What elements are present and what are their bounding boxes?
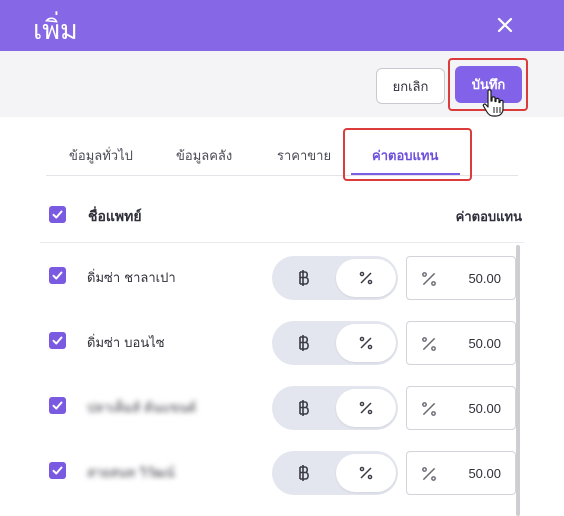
select-all-checkbox[interactable] bbox=[49, 206, 66, 223]
baht-option[interactable] bbox=[290, 462, 318, 484]
tab-commission-highlight bbox=[343, 128, 472, 181]
table-row: ปลาเค็มส์ ต้นแขนต์ 50.00 bbox=[40, 373, 520, 437]
baht-option[interactable] bbox=[290, 332, 318, 354]
doctor-name: ดิ่มซ่า ชาลาเปา bbox=[87, 271, 176, 286]
dialog-header: เพิ่ม bbox=[0, 0, 564, 51]
fee-value: 50.00 bbox=[468, 466, 501, 481]
fee-input[interactable]: 50.00 bbox=[406, 386, 516, 430]
fee-type-toggle[interactable] bbox=[272, 321, 398, 365]
column-header-fee: ค่าตอบแทน bbox=[455, 210, 522, 225]
percent-icon bbox=[422, 467, 436, 481]
check-icon bbox=[52, 210, 63, 219]
fee-input[interactable]: 50.00 bbox=[406, 451, 516, 495]
fee-input[interactable]: 50.00 bbox=[406, 256, 516, 300]
cancel-button[interactable]: ยกเลิก bbox=[376, 68, 445, 104]
hand-cursor-icon bbox=[482, 89, 504, 117]
fee-value: 50.00 bbox=[468, 336, 501, 351]
row-checkbox[interactable] bbox=[49, 462, 66, 479]
scrollbar[interactable] bbox=[516, 245, 520, 516]
percent-icon bbox=[359, 336, 373, 350]
table-header: ชื่อแพทย์ ค่าตอบแทน bbox=[40, 191, 524, 243]
tab-price[interactable]: ราคาขาย bbox=[277, 145, 331, 166]
percent-option[interactable] bbox=[336, 324, 396, 362]
doctor-name: ดิ่มซ่า บอนไซ bbox=[87, 336, 165, 351]
fee-value: 50.00 bbox=[468, 401, 501, 416]
table-row: ดิ่มซ่า ชาลาเปา 50.00 bbox=[40, 243, 520, 307]
check-icon bbox=[52, 336, 63, 345]
percent-icon bbox=[359, 466, 373, 480]
percent-icon bbox=[422, 402, 436, 416]
row-checkbox[interactable] bbox=[49, 267, 66, 284]
check-icon bbox=[52, 271, 63, 280]
fee-value: 50.00 bbox=[468, 271, 501, 286]
baht-option[interactable] bbox=[290, 397, 318, 419]
action-bar: ยกเลิก บันทึก bbox=[0, 51, 564, 117]
baht-icon bbox=[299, 270, 309, 286]
fee-type-toggle[interactable] bbox=[272, 451, 398, 495]
baht-icon bbox=[299, 465, 309, 481]
percent-icon bbox=[422, 272, 436, 286]
percent-icon bbox=[422, 337, 436, 351]
dialog-title: เพิ่ม bbox=[33, 15, 78, 46]
percent-option[interactable] bbox=[336, 389, 396, 427]
fee-type-toggle[interactable] bbox=[272, 256, 398, 300]
baht-icon bbox=[299, 400, 309, 416]
check-icon bbox=[52, 466, 63, 475]
baht-option[interactable] bbox=[290, 267, 318, 289]
row-checkbox[interactable] bbox=[49, 332, 66, 349]
column-header-doctor: ชื่อแพทย์ bbox=[88, 209, 142, 225]
percent-icon bbox=[359, 401, 373, 415]
doctor-name: สายสนท วิวัฒน์ bbox=[87, 466, 175, 481]
doctor-name: ปลาเค็มส์ ต้นแขนต์ bbox=[87, 401, 197, 416]
tab-inventory[interactable]: ข้อมูลคลัง bbox=[176, 145, 232, 166]
percent-option[interactable] bbox=[336, 259, 396, 297]
close-icon[interactable] bbox=[493, 13, 517, 37]
baht-icon bbox=[299, 335, 309, 351]
table-row: สายสนท วิวัฒน์ 50.00 bbox=[40, 438, 520, 502]
tab-general[interactable]: ข้อมูลทั่วไป bbox=[69, 145, 133, 166]
table-row: ดิ่มซ่า บอนไซ 50.00 bbox=[40, 308, 520, 372]
fee-input[interactable]: 50.00 bbox=[406, 321, 516, 365]
fee-type-toggle[interactable] bbox=[272, 386, 398, 430]
row-checkbox[interactable] bbox=[49, 397, 66, 414]
percent-icon bbox=[359, 271, 373, 285]
percent-option[interactable] bbox=[336, 454, 396, 492]
check-icon bbox=[52, 401, 63, 410]
